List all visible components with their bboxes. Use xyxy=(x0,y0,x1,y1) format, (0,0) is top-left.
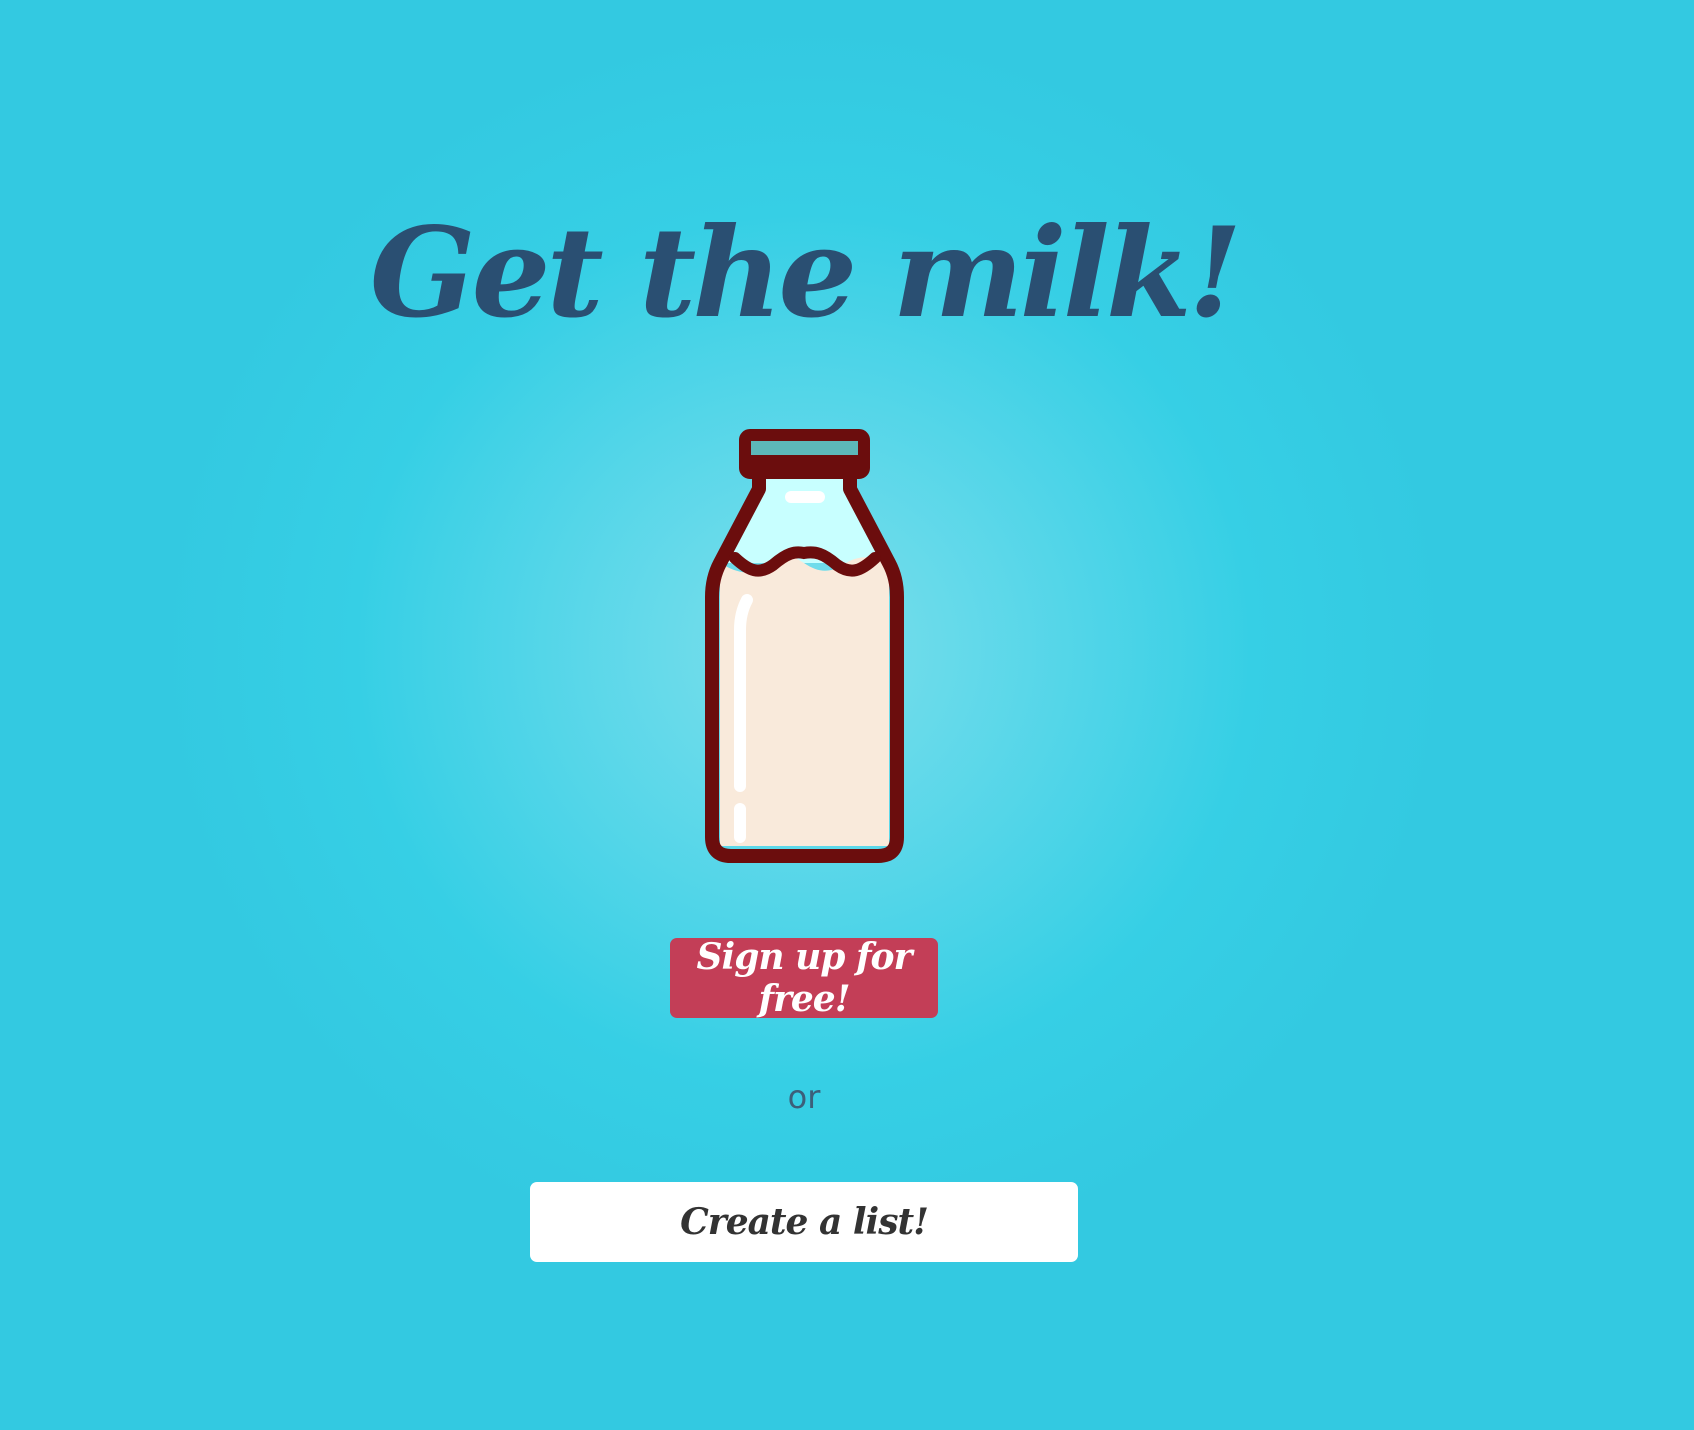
milk-bottle-icon xyxy=(703,427,906,869)
create-list-button[interactable]: Create a list! xyxy=(530,1182,1078,1262)
page-title: Get the milk! xyxy=(369,201,1243,346)
signup-button[interactable]: Sign up for free! xyxy=(670,936,938,1020)
or-divider-text: or xyxy=(787,1078,821,1116)
